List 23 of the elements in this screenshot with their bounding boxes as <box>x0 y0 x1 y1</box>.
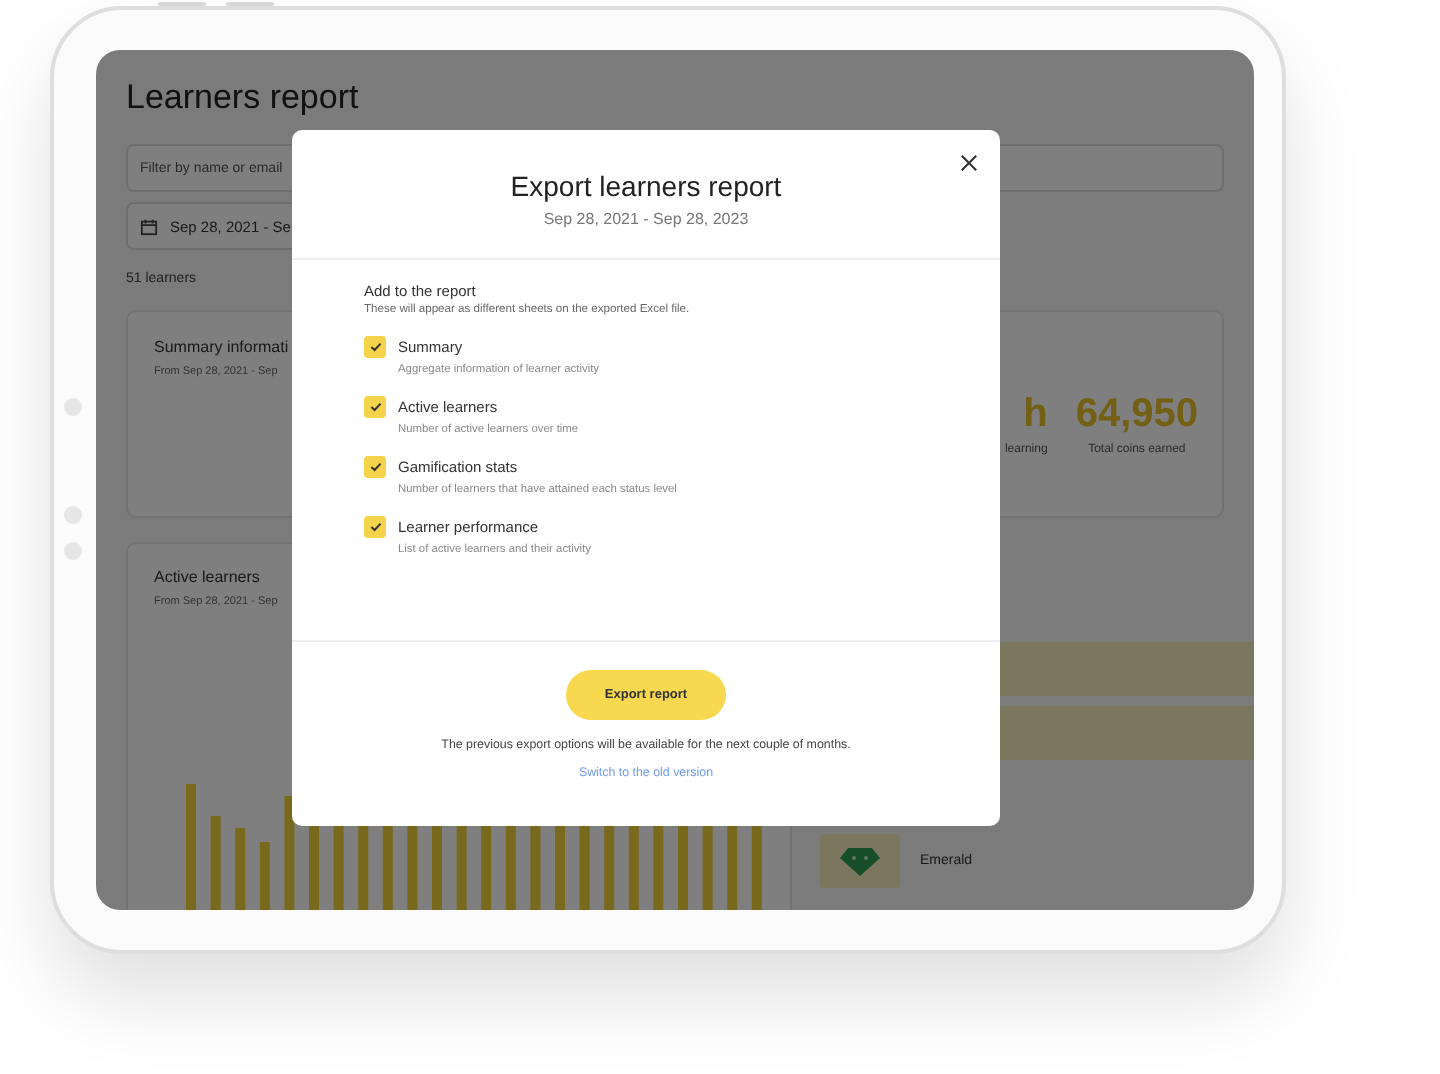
stat-value: h <box>1021 392 1048 438</box>
stat-value: 64,950 <box>1075 392 1198 438</box>
check-icon <box>369 402 381 412</box>
close-icon[interactable] <box>956 150 980 174</box>
gem-icon <box>840 847 880 875</box>
check-icon <box>369 462 381 472</box>
card-title: Active learners <box>154 568 262 586</box>
check-icon <box>369 342 381 352</box>
checkbox[interactable] <box>364 516 386 538</box>
card-title: Summary informati <box>154 338 289 356</box>
calendar-icon <box>140 217 158 235</box>
chart-bar <box>259 842 270 910</box>
checkbox[interactable] <box>364 396 386 418</box>
chart-bar <box>235 828 246 910</box>
dialog-date-range: Sep 28, 2021 - Sep 28, 2023 <box>541 210 751 228</box>
chart-bar <box>210 816 221 910</box>
checkbox[interactable] <box>364 336 386 358</box>
dialog-title: Export learners report <box>508 170 784 202</box>
chart-bar <box>284 796 295 910</box>
page-title: Learners report <box>126 78 361 118</box>
check-icon <box>369 522 381 532</box>
checkbox[interactable] <box>364 456 386 478</box>
chart-bar <box>186 784 196 910</box>
